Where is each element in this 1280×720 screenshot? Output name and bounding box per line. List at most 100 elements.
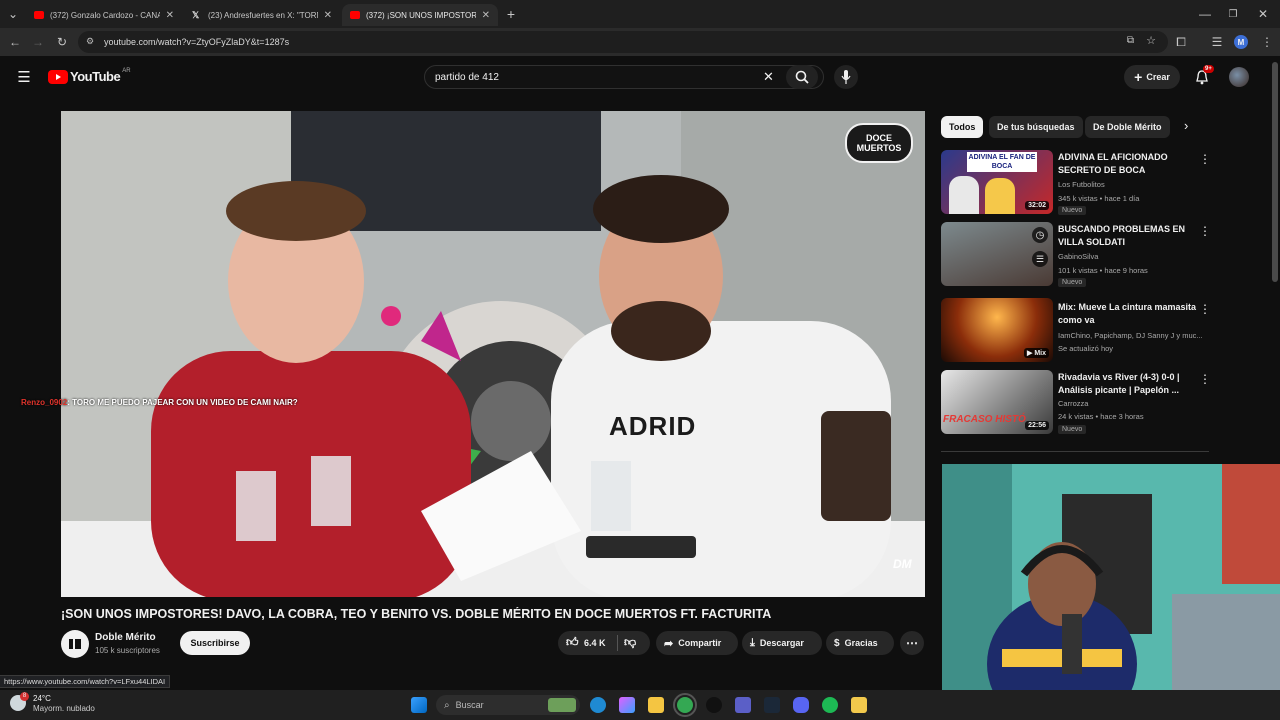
- youtube-logo[interactable]: YouTube AR: [48, 67, 131, 84]
- install-icon[interactable]: ⧉: [1127, 35, 1134, 46]
- more-actions-icon[interactable]: ⋯: [900, 631, 924, 655]
- new-badge: Nuevo: [1058, 278, 1087, 287]
- edge-icon[interactable]: [590, 697, 606, 713]
- recommendation-title[interactable]: Rivadavia vs River (4-3) 0-0 | Análisis …: [1058, 371, 1198, 397]
- more-options-icon[interactable]: ⋮: [1199, 372, 1211, 386]
- recommendation-item[interactable]: ADIVINA EL FAN DE BOCA 32:02 ADIVINA EL …: [941, 150, 1211, 216]
- hamburger-menu-icon[interactable]: ☰: [14, 67, 34, 87]
- create-button[interactable]: + Crear: [1124, 65, 1180, 89]
- search-query: partido de 412: [435, 71, 499, 83]
- new-tab-button[interactable]: +: [500, 0, 522, 28]
- download-icon: ⤓: [750, 636, 755, 649]
- reload-icon[interactable]: ↻: [51, 28, 73, 56]
- discord-icon[interactable]: [793, 697, 809, 713]
- search-input[interactable]: partido de 412 ✕: [424, 65, 824, 89]
- recommendation-title[interactable]: BUSCANDO PROBLEMAS EN VILLA SOLDATI: [1058, 223, 1198, 249]
- recommendation-channel[interactable]: Los Futbolitos: [1058, 180, 1105, 189]
- recommendation-title[interactable]: Mix: Mueve La cintura mamasita como va: [1058, 301, 1198, 327]
- video-thumbnail[interactable]: ◷ ☰: [941, 222, 1053, 286]
- watch-later-icon[interactable]: ◷: [1032, 227, 1048, 243]
- profile-avatar[interactable]: M: [1234, 35, 1248, 49]
- taskbar-search[interactable]: ⌕ Buscar: [436, 695, 580, 715]
- close-icon[interactable]: ✕: [166, 10, 174, 21]
- weather-icon[interactable]: 8: [10, 692, 29, 711]
- close-icon[interactable]: ✕: [324, 10, 332, 21]
- recommendation-channel[interactable]: GabinoSilva: [1058, 252, 1098, 261]
- x-icon: 𝕏: [192, 10, 200, 20]
- recommendation-channel[interactable]: Carrozza: [1058, 399, 1088, 408]
- like-count: 6.4 K: [584, 638, 606, 648]
- search-button[interactable]: [786, 65, 818, 89]
- browser-tab-bar: ⌄ (372) Gonzalo Cardozo - CANAL ✕ 𝕏 (23)…: [0, 0, 1280, 28]
- menu-kebab-icon[interactable]: ⋮: [1256, 28, 1278, 56]
- minimize-icon[interactable]: —: [1194, 0, 1216, 28]
- dislike-button[interactable]: 👎︎: [624, 635, 636, 650]
- app-icon[interactable]: [851, 697, 867, 713]
- channel-name[interactable]: Doble Mérito: [95, 632, 156, 643]
- url-text: youtube.com/watch?v=ZtyOFyZlaDY&t=1287s: [104, 37, 290, 47]
- thumbnail-text: ADIVINA EL FAN DE BOCA: [967, 152, 1037, 172]
- tab-search-icon[interactable]: ⌄: [2, 0, 24, 28]
- add-to-queue-icon[interactable]: ☰: [1032, 251, 1048, 267]
- page-scrollbar[interactable]: [1272, 62, 1278, 282]
- copilot-icon[interactable]: [619, 697, 635, 713]
- logo-text: YouTube: [70, 69, 121, 84]
- video-thumbnail[interactable]: FRACASO HISTÓ 22:56: [941, 370, 1053, 434]
- weather-temperature[interactable]: 24°C: [33, 694, 51, 703]
- chevron-right-icon[interactable]: ›: [1184, 118, 1188, 133]
- channel-avatar[interactable]: [61, 630, 89, 658]
- windows-start-icon[interactable]: [411, 697, 427, 713]
- video-thumbnail[interactable]: ▶ Mix: [941, 298, 1053, 362]
- site-info-icon[interactable]: ⚙: [86, 36, 94, 47]
- video-frame: [61, 111, 925, 597]
- extensions-icon[interactable]: ⧠: [1170, 28, 1192, 56]
- subscribe-button[interactable]: Suscribirse: [180, 631, 250, 655]
- recommendation-item[interactable]: ◷ ☰ BUSCANDO PROBLEMAS EN VILLA SOLDATI …: [941, 222, 1211, 288]
- download-button[interactable]: ⤓ Descargar: [742, 631, 822, 655]
- file-explorer-icon[interactable]: [648, 697, 664, 713]
- address-bar[interactable]: ⚙ youtube.com/watch?v=ZtyOFyZlaDY&t=1287…: [78, 31, 1168, 53]
- windows-taskbar: 8 24°C Mayorm. nublado ⌕ Buscar: [0, 690, 1280, 720]
- teams-icon[interactable]: [735, 697, 751, 713]
- video-player[interactable]: DOCE MUERTOS DM ADRID: [61, 111, 925, 597]
- youtube-play-icon: [48, 69, 68, 84]
- recommendation-item[interactable]: FRACASO HISTÓ 22:56 Rivadavia vs River (…: [941, 370, 1211, 436]
- webcam-frame: [942, 464, 1280, 720]
- weather-description[interactable]: Mayorm. nublado: [33, 704, 95, 713]
- close-window-icon[interactable]: ✕: [1252, 0, 1274, 28]
- forward-icon[interactable]: →: [27, 28, 49, 56]
- account-avatar[interactable]: [1229, 67, 1249, 87]
- back-icon[interactable]: ←: [4, 28, 26, 56]
- more-options-icon[interactable]: ⋮: [1199, 302, 1211, 316]
- clear-search-icon[interactable]: ✕: [763, 69, 774, 85]
- duration-badge: 32:02: [1025, 201, 1049, 210]
- github-icon[interactable]: [706, 697, 722, 713]
- thanks-button[interactable]: $ Gracias: [826, 631, 894, 655]
- region-code: AR: [122, 67, 131, 74]
- spotify-icon[interactable]: [822, 697, 838, 713]
- share-button[interactable]: ➦ Compartir: [656, 631, 738, 655]
- video-title: ¡SON UNOS IMPOSTORES! DAVO, LA COBRA, TE…: [61, 607, 772, 621]
- tab-3[interactable]: (372) ¡SON UNOS IMPOSTORES! ✕: [342, 4, 498, 26]
- chip-all[interactable]: Todos: [941, 116, 984, 138]
- chip-from-searches[interactable]: De tus búsquedas: [989, 116, 1083, 138]
- reading-list-icon[interactable]: ☰: [1206, 28, 1228, 56]
- voice-search-button[interactable]: [834, 65, 858, 89]
- more-options-icon[interactable]: ⋮: [1199, 152, 1211, 166]
- more-options-icon[interactable]: ⋮: [1199, 224, 1211, 238]
- notifications-button[interactable]: 9+: [1192, 65, 1214, 87]
- tab-2[interactable]: 𝕏 (23) Andresfuertes en X: "TORN ✕: [184, 4, 340, 26]
- recommendation-item[interactable]: ▶ Mix Mix: Mueve La cintura mamasita com…: [941, 298, 1211, 364]
- video-thumbnail[interactable]: ADIVINA EL FAN DE BOCA 32:02: [941, 150, 1053, 214]
- recommendation-title[interactable]: ADIVINA EL AFICIONADO SECRETO DE BOCA: [1058, 151, 1198, 177]
- restore-icon[interactable]: ❐: [1222, 0, 1244, 28]
- bookmark-star-icon[interactable]: ☆: [1146, 34, 1156, 47]
- tab-1[interactable]: (372) Gonzalo Cardozo - CANAL ✕: [26, 4, 182, 26]
- like-button[interactable]: 👍︎: [566, 635, 579, 650]
- close-icon[interactable]: ✕: [482, 10, 490, 21]
- microphone-icon: [841, 70, 851, 84]
- recommendation-channel[interactable]: IamChino, Papichamp, DJ Sanny J y muc...: [1058, 331, 1203, 340]
- chip-from-channel[interactable]: De Doble Mérito: [1085, 116, 1170, 138]
- steam-icon[interactable]: [764, 697, 780, 713]
- chrome-icon[interactable]: [673, 693, 697, 717]
